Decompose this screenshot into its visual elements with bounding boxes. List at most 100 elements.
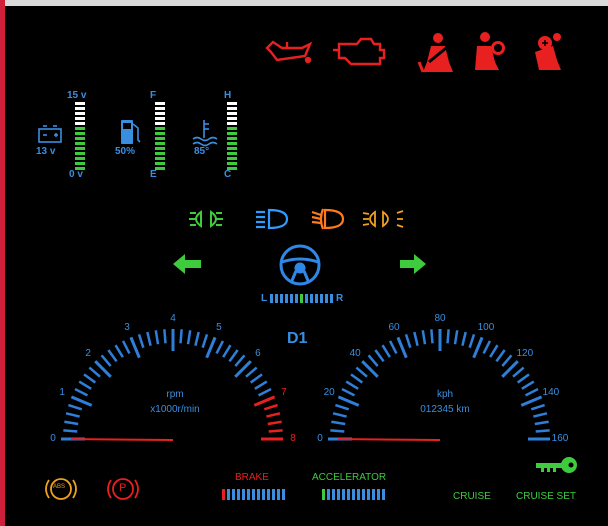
steering-segment (285, 294, 288, 303)
level-segment (227, 122, 237, 125)
steering-segment (320, 294, 323, 303)
level-segment (227, 137, 237, 140)
steering-segment (295, 294, 298, 303)
accelerator-segment (362, 489, 365, 500)
dial-tick-label: 60 (388, 322, 400, 334)
cruise-set-button[interactable]: CRUISE SET (516, 491, 576, 502)
dial-tick (78, 380, 92, 390)
dial-tick (245, 366, 258, 378)
dial-tick (446, 329, 450, 344)
dial-tick-label: 5 (216, 322, 222, 334)
tachometer-dial (61, 329, 283, 441)
dial-tick (215, 340, 225, 355)
pedal-bars (222, 489, 385, 500)
gear-indicator: D1 (287, 330, 308, 347)
level-segment (155, 142, 165, 145)
temp-value: 85° (194, 146, 210, 157)
brake-segment (262, 489, 265, 500)
battery-icon (38, 125, 62, 143)
level-segment (155, 122, 165, 125)
level-segment (75, 107, 85, 110)
dial-tick (413, 331, 419, 346)
dial-tick (163, 329, 167, 344)
dial-tick (350, 373, 364, 384)
speedometer-dial (328, 329, 550, 441)
dial-tick (461, 331, 467, 346)
dial-tick (67, 403, 83, 411)
dial-tick (521, 380, 535, 390)
level-segment (227, 112, 237, 115)
dial-tick (421, 330, 427, 345)
brake-segment (247, 489, 250, 500)
dial-tick (516, 373, 530, 384)
level-segment (75, 137, 85, 140)
dial-tick (388, 340, 398, 355)
dial-tick (257, 387, 272, 397)
brake-segment (257, 489, 260, 500)
brake-segment (277, 489, 280, 500)
dial-tick-label: 40 (349, 348, 361, 360)
brake-segment (232, 489, 235, 500)
level-segment (155, 162, 165, 165)
instrument-panel: 15 v 13 v 0 v F 50% E H 85° C L R D1 rpm… (5, 6, 608, 526)
brake-segment (272, 489, 275, 500)
level-segment (75, 117, 85, 120)
dial-tick (266, 412, 281, 418)
dial-tick-label: 160 (551, 433, 569, 444)
fuel-pump-icon (121, 120, 141, 144)
level-segment (155, 157, 165, 160)
dial-tick-label: 2 (85, 348, 91, 360)
dial-tick (154, 330, 160, 345)
dial-tick-label: 3 (124, 322, 130, 334)
check-engine-icon (333, 37, 386, 66)
steering-segment (325, 294, 328, 303)
cruise-key-icon[interactable] (536, 457, 577, 473)
temp-hot-label: H (224, 90, 232, 101)
seatbelt-icon (417, 33, 453, 73)
accelerator-segment (367, 489, 370, 500)
dial-tick (337, 395, 360, 407)
accelerator-label: ACCELERATOR (312, 472, 387, 483)
level-segment (155, 152, 165, 155)
cruise-button[interactable]: CRUISE (453, 491, 491, 502)
brake-segment (227, 489, 230, 500)
steering-segment (275, 294, 278, 303)
steering-segment (310, 294, 313, 303)
airbag-icon (475, 32, 505, 70)
fuel-empty-label: E (150, 169, 157, 180)
steering-segment (290, 294, 293, 303)
level-segment (75, 142, 85, 145)
dial-tick (396, 336, 408, 359)
battery-min-label: 0 v (69, 169, 83, 180)
dial-tick (267, 420, 282, 426)
oil-pressure-icon (265, 40, 313, 64)
accelerator-segment (377, 489, 380, 500)
dial-tick (501, 354, 513, 367)
level-segment (155, 132, 165, 135)
dial-tick-label: 0 (317, 433, 323, 444)
accelerator-segment (332, 489, 335, 500)
dial-tick (65, 412, 80, 418)
parking-lights-icon (189, 210, 223, 228)
level-segment (227, 152, 237, 155)
level-segment (155, 102, 165, 105)
level-segment (155, 107, 165, 110)
level-segment (75, 112, 85, 115)
level-segment (75, 127, 85, 130)
dial-tick (533, 412, 548, 418)
dial-tick (121, 340, 131, 355)
dial-tick (194, 331, 200, 346)
dial-tick-label: 100 (477, 322, 495, 334)
coolant-temp-icon (192, 120, 218, 147)
dial-tick-label: 140 (542, 387, 560, 399)
dial-tick (114, 344, 124, 358)
dial-tick (430, 329, 434, 344)
fog-light-icon (311, 208, 345, 230)
dial-tick (453, 330, 459, 345)
dial-tick (249, 373, 263, 384)
dial-tick (70, 395, 93, 407)
dial-tick (205, 336, 217, 359)
dial-tick (179, 329, 183, 344)
dial-tick (381, 344, 391, 358)
dial-tick (64, 420, 79, 426)
